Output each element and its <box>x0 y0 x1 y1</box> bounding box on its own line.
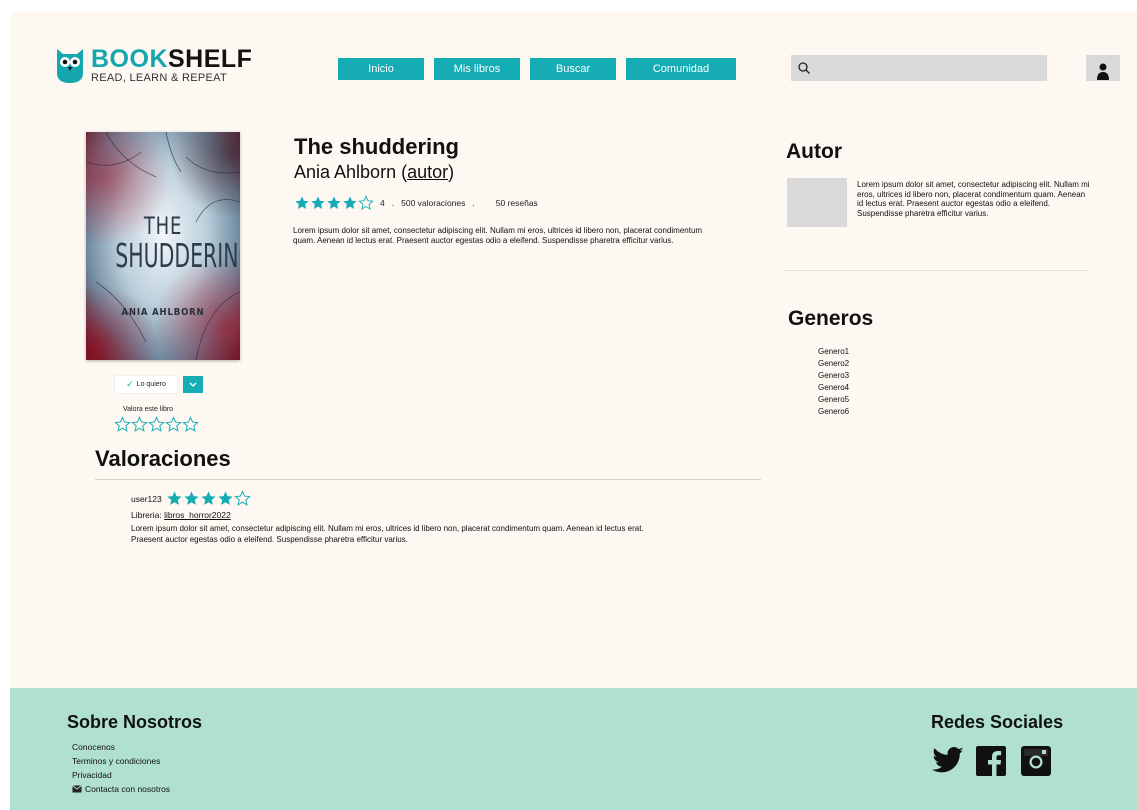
review-stars <box>166 490 251 507</box>
rating-value: 4 <box>380 198 385 208</box>
divider <box>95 479 761 480</box>
genre-item[interactable]: Genero3 <box>818 370 849 382</box>
owl-logo-icon <box>57 49 83 83</box>
star-filled-icon <box>311 196 325 209</box>
genres-title: Generos <box>788 307 874 330</box>
rate-stars[interactable] <box>114 416 199 433</box>
author-bio: Lorem ipsum dolor sit amet, consectetur … <box>857 180 1090 218</box>
want-control: ✓ Lo quiero <box>115 376 203 393</box>
review-text: Lorem ipsum dolor sit amet, consectetur … <box>131 524 644 544</box>
chevron-down-icon <box>189 382 197 387</box>
footer-links: Conocenos Terminos y condiciones Privaci… <box>72 740 170 796</box>
footer-link-label: Privacidad <box>72 770 112 780</box>
star-empty-icon[interactable] <box>165 416 182 433</box>
social-icons <box>931 746 1053 778</box>
book-cover: THE SHUDDERING ANIA AHLBORN <box>86 132 240 360</box>
footer-link-conocenos[interactable]: Conocenos <box>72 740 170 754</box>
footer-link-terminos[interactable]: Terminos y condiciones <box>72 754 170 768</box>
nav-buscar[interactable]: Buscar <box>530 58 616 80</box>
nav-inicio[interactable]: Inicio <box>338 58 424 80</box>
nav-comunidad[interactable]: Comunidad <box>626 58 736 80</box>
genre-item[interactable]: Genero5 <box>818 394 849 406</box>
rating-separator-2: . <box>472 198 475 208</box>
star-filled-icon <box>167 491 182 505</box>
footer-link-label: Terminos y condiciones <box>72 756 161 766</box>
footer: Sobre Nosotros Conocenos Terminos y cond… <box>10 688 1137 810</box>
rate-label: Valora este libro <box>123 406 174 413</box>
cover-title-line2: SHUDDERING <box>115 236 240 275</box>
genre-item[interactable]: Genero2 <box>818 358 849 370</box>
review-user[interactable]: user123 <box>131 494 162 504</box>
review-library-link[interactable]: libros_horror2022 <box>164 510 231 520</box>
star-filled-icon <box>218 491 233 505</box>
facebook-icon[interactable] <box>976 746 1008 778</box>
star-empty-icon[interactable] <box>131 416 148 433</box>
star-filled-icon <box>201 491 216 505</box>
mail-icon <box>72 785 82 793</box>
star-empty-icon[interactable] <box>148 416 165 433</box>
logo-tagline: READ, LEARN & REPEAT <box>91 71 227 84</box>
review-library-label: Libreria: <box>131 510 165 520</box>
logo[interactable]: BOOKSHELF READ, LEARN & REPEAT <box>55 39 267 91</box>
search-box[interactable] <box>791 54 1047 82</box>
logo-name: BOOKSHELF <box>91 44 253 73</box>
footer-about-title: Sobre Nosotros <box>67 712 203 732</box>
author-close: ) <box>448 162 455 182</box>
user-icon <box>1097 63 1109 80</box>
genre-item[interactable]: Genero1 <box>818 346 849 358</box>
nav-mis-libros[interactable]: Mis libros <box>434 58 520 80</box>
review-item: user123 Libreria: libros_horror2022 Lore… <box>131 490 691 545</box>
genre-item[interactable]: Genero6 <box>818 406 849 418</box>
rating-stars <box>294 195 374 211</box>
ratings-count[interactable]: 500 valoraciones <box>401 198 465 208</box>
star-empty-icon[interactable] <box>182 416 199 433</box>
logo-name-part1: BOOK <box>91 44 168 73</box>
check-icon: ✓ <box>126 379 134 389</box>
divider <box>785 270 1087 271</box>
review-header: user123 <box>131 490 691 507</box>
search-input[interactable] <box>811 54 1047 82</box>
page: BOOKSHELF READ, LEARN & REPEAT Inicio Mi… <box>10 12 1137 810</box>
search-icon <box>798 62 810 74</box>
rating-summary: 4 . 500 valoraciones . 50 reseñas <box>294 195 538 211</box>
star-empty-icon <box>233 490 251 506</box>
user-profile-button[interactable] <box>1086 55 1120 81</box>
footer-link-label: Contacta con nosotros <box>85 784 171 794</box>
logo-name-part2: SHELF <box>168 44 253 73</box>
genre-item[interactable]: Genero4 <box>818 382 849 394</box>
star-empty-icon <box>358 195 374 210</box>
star-filled-icon <box>327 196 341 209</box>
reviews-count[interactable]: 50 reseñas <box>496 198 538 208</box>
footer-social-title: Redes Sociales <box>931 712 1064 732</box>
star-empty-icon[interactable] <box>114 416 131 433</box>
book-author: Ania Ahlborn (autor) <box>294 162 454 183</box>
genres-list: Genero1 Genero2 Genero3 Genero4 Genero5 … <box>818 346 849 418</box>
footer-link-privacidad[interactable]: Privacidad <box>72 768 170 782</box>
author-photo <box>787 178 847 227</box>
reviews-title: Valoraciones <box>95 446 231 471</box>
star-filled-icon <box>184 491 199 505</box>
footer-link-contacta[interactable]: Contacta con nosotros <box>72 782 170 796</box>
instagram-icon[interactable] <box>1021 746 1053 778</box>
want-label: Lo quiero <box>136 381 166 388</box>
book-description: Lorem ipsum dolor sit amet, consectetur … <box>293 226 703 245</box>
author-name: Ania Ahlborn ( <box>294 162 408 182</box>
twitter-icon[interactable] <box>931 746 964 778</box>
star-filled-icon <box>343 196 357 209</box>
author-link[interactable]: autor <box>407 162 448 182</box>
want-button[interactable]: ✓ Lo quiero <box>115 376 177 393</box>
review-library: Libreria: libros_horror2022 <box>131 510 691 520</box>
book-title: The shuddering <box>294 134 459 159</box>
author-section-title: Autor <box>786 140 842 163</box>
want-dropdown-button[interactable] <box>183 376 203 393</box>
cover-author: ANIA AHLBORN <box>121 307 205 318</box>
rating-separator: . <box>391 198 395 208</box>
star-filled-icon <box>295 196 309 209</box>
logo-text: BOOKSHELF READ, LEARN & REPEAT <box>91 44 253 84</box>
footer-link-label: Conocenos <box>72 742 116 752</box>
